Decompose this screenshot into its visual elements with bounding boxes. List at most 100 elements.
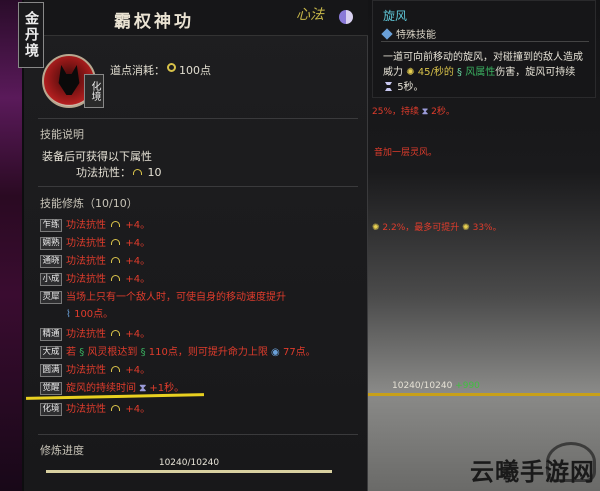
row-text: 功法抗性 [66,329,106,340]
row-text: 功法抗性 [66,365,106,376]
panel-header: 霸权神功 心法 [24,0,368,36]
background-text: 音加一层灵风。 [374,148,438,158]
divider [381,41,589,42]
yinyang-icon[interactable] [339,10,353,24]
wolf-emblem-icon [58,65,80,95]
progress-section-title: 修炼进度 [40,444,84,457]
stage-tag: 精通 [40,327,62,341]
hourglass-icon [385,82,392,91]
sun-icon: ✺ [462,223,470,233]
resist-icon [133,169,142,175]
stage-tag: 大成 [40,345,62,359]
tooltip-desc-line: 威力 ✺ 45/秒的 § 风属性伤害，旋风可持续 [383,67,576,78]
skill-rank-badge: 化境 [84,74,104,108]
cultivation-row: 通晓 功法抗性 +4。 [40,252,150,268]
attribute-row: 功法抗性： 10 [76,164,162,180]
left-edge-scene [0,0,22,491]
cultivation-row: 灵犀 当场上只有一个敌人时，可使自身的移动速度提升 [40,288,286,304]
watermark: 云曦手游网 [470,457,595,486]
cultivation-row: 娴熟 功法抗性 +4。 [40,234,150,250]
row-text: 达到 [117,347,138,358]
divider [38,434,358,435]
description-section-title: 技能说明 [40,128,84,141]
resist-icon [111,239,121,245]
row-value: +4。 [125,404,151,415]
stage-tag: 觉醒 [40,381,62,395]
row-text: 功法抗性 [66,274,106,285]
stage-tag: 灵犀 [40,290,62,304]
hourglass-icon: ⧗ [421,107,429,117]
cost-value: 100点 [179,64,211,77]
row-value: +4。 [125,220,151,231]
resist-icon [111,257,121,263]
cultivation-row-continuation: ⌇ 100点。 [66,305,113,321]
row-value: +4。 [125,274,151,285]
row-text: 功法抗性 [66,220,106,231]
background-text: 25%，持续 ⧗ 2秒。 [372,107,455,117]
progress-bar [46,470,332,473]
row-value: +1秒。 [149,383,185,394]
tooltip-tag: 特殊技能 [381,26,436,41]
tooltip-desc-line: 一道可向前移动的旋风，对碰撞到的敌人造成 [383,52,583,63]
cultivation-section-title: 技能修炼（10/10） [40,197,138,210]
speed-icon: ⌇ [66,309,71,320]
row-value: +4。 [125,256,151,267]
progress-text: 10240/10240 [158,458,220,468]
tooltip-title: 旋风 [383,9,408,23]
row-text: 旋风的持续时间 [66,383,136,394]
cost-label: 道点消耗： [110,64,165,77]
stage-tag: 通晓 [40,254,62,268]
cultivation-row: 乍练 功法抗性 +4。 [40,216,150,232]
stage-tag: 化境 [40,402,62,416]
cultivation-row: 大成若 § 风灵根达到 § 110点，则可提升命力上限 ◉ 77点。 [40,343,316,359]
resist-icon [111,405,121,411]
cultivation-row: 化境 功法抗性 +4。 [40,400,150,416]
hp-bar [368,393,600,396]
resist-icon [111,366,121,372]
stage-tag: 圆满 [40,363,62,377]
row-text: 77点。 [282,347,316,358]
row-text: 若 [66,347,76,358]
row-text: 100点。 [74,309,114,320]
resist-icon [111,221,121,227]
wind-icon: § [140,347,146,358]
row-text: 功法抗性 [66,238,106,249]
skill-tooltip: 旋风 特殊技能 一道可向前移动的旋风，对碰撞到的敌人造成 威力 ✺ 45/秒的 … [372,0,596,98]
background-text: ✺ 2.2%，最多可提升 ✺ 33%。 [372,223,502,233]
skill-detail-panel: 霸权神功 心法 化境 道点消耗： 100点 技能说明 装备后可获得以下属性 功法… [24,0,368,491]
cultivation-row-awaken[interactable]: 觉醒 旋风的持续时间 ⧗ +1秒。 [40,379,184,395]
tooltip-desc-line: 5秒。 [383,78,424,93]
realm-badge: 金丹境 [18,2,44,68]
attribute-label: 功法抗性： [76,166,131,179]
wind-icon: § [457,67,463,78]
cultivation-row: 小成 功法抗性 +4。 [40,270,150,286]
stage-tag: 乍练 [40,218,62,232]
description-line: 装备后可获得以下属性 [42,150,152,163]
row-text: 功法抗性 [66,256,106,267]
wind-icon: § [79,347,85,358]
hourglass-icon: ⧗ [139,383,147,394]
attribute-value: 10 [147,166,162,179]
stage-tag: 小成 [40,272,62,286]
row-value: +4。 [125,329,151,340]
diamond-icon [381,28,393,40]
cultivation-row: 圆满 功法抗性 +4。 [40,361,150,377]
divider [38,186,358,187]
row-text: 功法抗性 [66,404,106,415]
row-text: 110点，则可提升命力上限 [148,347,268,358]
row-value: +4。 [125,365,151,376]
skill-title: 霸权神功 [114,12,194,32]
dao-point-icon [167,63,176,72]
resist-icon [111,330,121,336]
category-stamp: 心法 [296,7,324,23]
row-value: +4。 [125,238,151,249]
eye-icon: ◉ [271,347,280,358]
sun-icon: ✺ [406,67,415,78]
row-text: 当场上只有一个敌人时，可使自身的移动速度提升 [66,292,286,303]
hp-readout: 10240/10240 +990 [392,381,480,391]
row-text: 风灵根 [87,347,118,358]
resist-icon [111,275,121,281]
sun-icon: ✺ [372,223,380,233]
cultivation-row: 精通 功法抗性 +4。 [40,325,150,341]
stage-tag: 娴熟 [40,236,62,250]
